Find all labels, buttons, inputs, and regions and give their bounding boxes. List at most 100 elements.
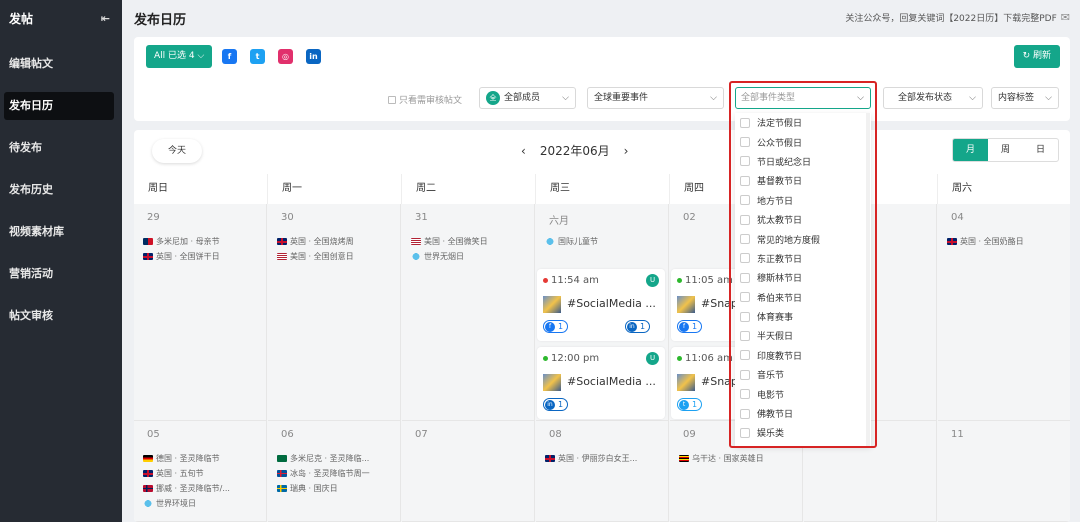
collapse-icon[interactable]: ⇤ [101,12,110,25]
checkbox[interactable] [388,95,396,104]
publish-status-select[interactable]: 全部发布状态 ⌵ [883,87,983,109]
calendar-event[interactable]: 世界环境日 [143,498,265,509]
calendar-event[interactable]: 冰岛 · 圣灵降临节周一 [277,468,399,479]
checkbox[interactable] [740,137,750,148]
checkbox[interactable] [740,234,750,245]
instagram-icon[interactable]: ◎ [278,49,293,64]
calendar-event[interactable]: 德国 · 圣灵降临节 [143,453,265,464]
weekday-header: 周日 [134,174,268,204]
flag-icon [545,238,555,245]
checkbox[interactable] [740,389,750,400]
checkbox[interactable] [740,330,750,341]
network-count-badge[interactable]: f1 [677,320,703,333]
day-cell[interactable]: 30 英国 · 全国烧烤周 美国 · 全国创意日 [268,204,401,421]
checkbox[interactable] [740,369,750,380]
checkbox[interactable] [740,253,750,264]
sidebar-item[interactable]: 帖文审核 [0,302,122,330]
calendar-event[interactable]: 英国 · 全国饼干日 [143,251,265,262]
calendar-event[interactable]: 英国 · 五旬节 [143,468,265,479]
dropdown-option[interactable]: 电影节 [735,384,871,403]
post-card[interactable]: 11:54 am U #SocialMedia ... f 1 in 1 [537,269,665,341]
view-1[interactable]: 周 [988,139,1023,161]
today-button[interactable]: 今天 [152,139,202,163]
checkbox[interactable] [740,117,750,128]
view-2[interactable]: 日 [1023,139,1058,161]
sidebar-item[interactable]: 编辑帖文 [0,50,122,78]
members-select[interactable]: 全全部成员 ⌵ [479,87,576,109]
checkbox[interactable] [740,175,750,186]
checkbox[interactable] [740,156,750,167]
dropdown-option[interactable]: 音乐节 [735,365,871,384]
dropdown-option[interactable]: 体育赛事 [735,307,871,326]
dropdown-option[interactable]: 节日或纪念日 [735,152,871,171]
checkbox[interactable] [740,292,750,303]
post-thumbnail [677,374,695,391]
facebook-icon[interactable]: f [222,49,237,64]
twitter-icon[interactable]: t [250,49,265,64]
day-cell[interactable]: 07 [402,421,535,522]
linkedin-icon[interactable]: in [306,49,321,64]
sidebar-item[interactable]: 待发布 [0,134,122,162]
network-count-badge[interactable]: f1 [543,320,569,333]
dropdown-option[interactable]: 犹太教节日 [735,210,871,229]
dropdown-option[interactable]: 公众节假日 [735,132,871,151]
network-count-badge[interactable]: t1 [677,398,703,411]
day-cell[interactable]: 08 英国 · 伊丽莎白女王... [536,421,669,522]
network-count-badge[interactable]: in 1 [543,398,569,411]
checkbox[interactable] [740,408,750,419]
next-month-icon[interactable]: › [624,144,629,158]
day-cell[interactable]: 05 德国 · 圣灵降临节 英国 · 五旬节 挪威 · 圣灵降临节/... 世界环境日 [134,421,267,522]
calendar-event[interactable]: 国际儿童节 [545,236,667,247]
network-count-badge[interactable]: in 1 [625,320,651,333]
sidebar-item[interactable]: 发布历史 [0,176,122,204]
calendar-event[interactable]: 挪威 · 圣灵降临节/... [143,483,265,494]
calendar-event[interactable]: 世界无烟日 [411,251,533,262]
sidebar-item[interactable]: 视频素材库 [0,218,122,246]
only-review-filter[interactable]: 只看需审核帖文 [388,93,462,106]
calendar-event[interactable]: 美国 · 全国创意日 [277,251,399,262]
wechat-icon[interactable]: ✉ [1061,11,1070,24]
prev-month-icon[interactable]: ‹ [521,144,526,158]
refresh-button[interactable]: ↻ 刷新 [1013,45,1060,68]
global-events-select[interactable]: 全球重要事件 ⌵ [587,87,724,109]
event-label: 英国 · 伊丽莎白女王... [558,454,638,463]
calendar-event[interactable]: 多米尼加 · 母亲节 [143,236,265,247]
dropdown-scrollbar[interactable] [866,113,870,446]
content-tags-select[interactable]: 内容标签 ⌵ [991,87,1059,109]
dropdown-option[interactable]: 常见的地方度假 [735,229,871,248]
calendar-event[interactable]: 英国 · 全国烧烤周 [277,236,399,247]
view-0[interactable]: 月 [953,139,988,161]
checkbox[interactable] [740,350,750,361]
calendar-event[interactable]: 英国 · 全国奶酪日 [947,236,1069,247]
calendar-event[interactable]: 英国 · 伊丽莎白女王... [545,453,667,464]
post-card[interactable]: 12:00 pm U #SocialMedia ... in 1 [537,347,665,419]
dropdown-option[interactable]: 希伯来节日 [735,288,871,307]
dropdown-option[interactable]: 佛教节日 [735,404,871,423]
dropdown-option[interactable]: 地方节日 [735,191,871,210]
day-cell[interactable]: 06 多米尼克 · 圣灵降临... 冰岛 · 圣灵降临节周一 瑞典 · 国庆日 [268,421,401,522]
all-selected-button[interactable]: All 已选 4 ⌵ [146,45,213,68]
day-cell[interactable]: 29 多米尼加 · 母亲节 英国 · 全国饼干日 [134,204,267,421]
sidebar-item[interactable]: 发布日历 [4,92,114,120]
day-cell[interactable]: 04 英国 · 全国奶酪日 [938,204,1070,421]
dropdown-option[interactable]: 半天假日 [735,326,871,345]
calendar-event[interactable]: 瑞典 · 国庆日 [277,483,399,494]
dropdown-option[interactable]: 娱乐类 [735,423,871,442]
checkbox[interactable] [740,311,750,322]
calendar-event[interactable]: 多米尼克 · 圣灵降临... [277,453,399,464]
calendar-event[interactable]: 美国 · 全国微笑日 [411,236,533,247]
day-cell[interactable]: 31 美国 · 全国微笑日 世界无烟日 [402,204,535,421]
checkbox[interactable] [740,272,750,283]
sidebar-item[interactable]: 营销活动 [0,260,122,288]
day-cell[interactable]: 11 [938,421,1070,522]
dropdown-option[interactable]: 东正教节日 [735,249,871,268]
dropdown-option[interactable]: 法定节假日 [735,113,871,132]
dropdown-option[interactable]: 印度教节日 [735,346,871,365]
checkbox[interactable] [740,195,750,206]
checkbox[interactable] [740,214,750,225]
dropdown-option[interactable]: 穆斯林节日 [735,268,871,287]
checkbox[interactable] [740,427,750,438]
calendar-event[interactable]: 乌干达 · 国家英雄日 [679,453,801,464]
dropdown-option[interactable]: 基督教节日 [735,171,871,190]
event-type-select[interactable]: 全部事件类型 ⌵ [735,87,871,109]
